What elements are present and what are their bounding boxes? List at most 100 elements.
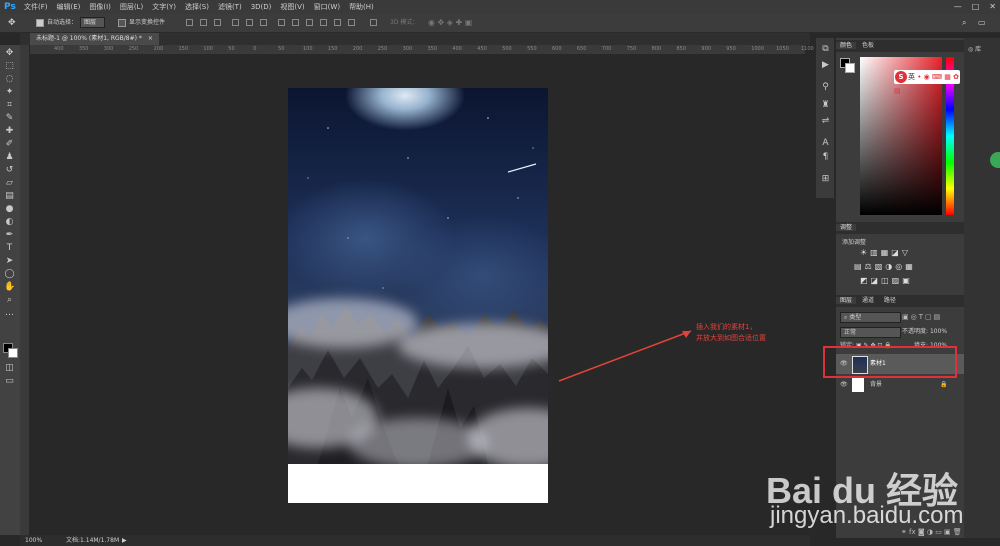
distribute-right-icon[interactable] xyxy=(348,19,355,26)
vertical-ruler xyxy=(20,45,29,535)
clone-source-icon[interactable]: ♜ xyxy=(820,100,831,111)
ruler-tick-label: 400 xyxy=(452,46,462,52)
adjustment-icons-row-3[interactable]: ◩◪◫▨▣ xyxy=(860,276,913,285)
search-icon[interactable]: ⌕ xyxy=(962,14,966,32)
adjustment-icons-row-2[interactable]: ▤⚖▧◑◎▦ xyxy=(854,262,916,271)
menu-item[interactable]: 图层(L) xyxy=(120,0,143,14)
tab-channels[interactable]: 通道 xyxy=(858,297,878,304)
ruler-tick-label: 100 xyxy=(303,46,313,52)
more-tools-icon[interactable]: … xyxy=(4,308,15,319)
document-tab[interactable]: 未标题-1 @ 100% (素材1, RGB/8#) * × xyxy=(30,33,159,45)
move-tool-icon[interactable]: ✥ xyxy=(8,14,16,32)
placed-image-sucai1[interactable] xyxy=(288,88,548,464)
history-brush-icon[interactable]: ↺ xyxy=(4,165,15,176)
close-icon[interactable]: ✕ xyxy=(989,0,996,14)
annotation-arrow xyxy=(558,330,692,382)
text-tool-icon[interactable]: T xyxy=(4,243,15,254)
glyphs-panel-icon[interactable]: ⊞ xyxy=(820,174,831,185)
pen-tool-icon[interactable]: ✒ xyxy=(4,230,15,241)
menu-item[interactable]: 视图(V) xyxy=(280,0,304,14)
eyedropper-icon[interactable]: ✎ xyxy=(4,113,15,124)
healing-brush-icon[interactable]: ✚ xyxy=(4,126,15,137)
color-bg-swatch[interactable] xyxy=(845,63,855,73)
magic-wand-icon[interactable]: ✦ xyxy=(4,87,15,98)
ime-toolbar[interactable]: S英 • ◉ ⌨ ▦ ✿ ▤ xyxy=(894,70,960,95)
move-tool-icon[interactable]: ✥ xyxy=(4,48,15,59)
menu-item[interactable]: 选择(S) xyxy=(185,0,209,14)
tab-color[interactable]: 颜色 xyxy=(836,42,857,49)
shape-tool-icon[interactable]: ◯ xyxy=(4,269,15,280)
marquee-tool-icon[interactable]: ⬚ xyxy=(4,61,15,72)
visibility-eye-icon[interactable]: 👁 xyxy=(840,376,848,394)
menu-item[interactable]: 文件(F) xyxy=(24,0,48,14)
zoom-level[interactable]: 100% xyxy=(25,535,42,546)
floating-badge[interactable] xyxy=(990,152,1000,168)
menu-item[interactable]: 滤镜(T) xyxy=(218,0,242,14)
minimize-icon[interactable]: — xyxy=(954,0,962,14)
tab-swatches[interactable]: 色板 xyxy=(858,42,878,49)
align-top-icon[interactable] xyxy=(186,19,193,26)
paragraph-panel-icon[interactable]: ¶ xyxy=(820,152,831,163)
brush-settings-icon[interactable]: ⚲ xyxy=(820,82,831,93)
menu-item[interactable]: 图像(I) xyxy=(89,0,111,14)
auto-select-checkbox[interactable]: 自动选择： xyxy=(36,14,77,32)
eraser-tool-icon[interactable]: ▱ xyxy=(4,178,15,189)
stamp-tool-icon[interactable]: ♟ xyxy=(4,152,15,163)
opacity-control[interactable]: 不透明度: 100% xyxy=(902,327,947,336)
layer-filter-icons[interactable]: ▣◎T▢▤ xyxy=(902,313,942,321)
actions-play-icon[interactable]: ▶ xyxy=(820,60,831,71)
hand-tool-icon[interactable]: ✋ xyxy=(4,282,15,293)
ruler-tick-label: 800 xyxy=(651,46,662,52)
menu-item[interactable]: 窗口(W) xyxy=(314,0,340,14)
brush-tool-icon[interactable]: ✐ xyxy=(4,139,15,150)
color-panel-tabs: 颜色 色板 xyxy=(836,40,964,52)
dodge-tool-icon[interactable]: ◐ xyxy=(4,217,15,228)
annotation-line-1: 插入我们的素材1， xyxy=(696,323,757,331)
layer-kind-filter[interactable]: ⌕ 类型 xyxy=(840,312,901,323)
menu-item[interactable]: 文字(Y) xyxy=(152,0,176,14)
menu-item[interactable]: 编辑(E) xyxy=(57,0,81,14)
background-color-swatch[interactable] xyxy=(8,348,18,358)
libraries-tab[interactable]: ◎ 库 xyxy=(968,44,981,53)
distribute-vcenter-icon[interactable] xyxy=(292,19,299,26)
character-panel-icon[interactable]: A xyxy=(820,138,831,149)
ruler-tick-label: 50 xyxy=(278,46,285,52)
close-tab-icon[interactable]: × xyxy=(148,35,153,42)
blend-mode-dropdown[interactable]: 正常 xyxy=(840,327,901,338)
align-left-icon[interactable] xyxy=(232,19,239,26)
distribute-hcenter-icon[interactable] xyxy=(334,19,341,26)
auto-align-icon[interactable] xyxy=(370,19,377,26)
ruler-tick-label: 200 xyxy=(352,46,363,52)
ruler-tick-label: 250 xyxy=(128,46,139,52)
tab-layers[interactable]: 图层 xyxy=(836,297,857,304)
gradient-tool-icon[interactable]: ▤ xyxy=(4,191,15,202)
align-hcenter-icon[interactable] xyxy=(246,19,253,26)
tab-adjustments[interactable]: 调整 xyxy=(836,224,857,231)
quick-mask-icon[interactable]: ◫ xyxy=(4,363,15,374)
auto-select-dropdown[interactable]: 图层 xyxy=(80,14,106,32)
photoshop-logo: Ps xyxy=(4,2,16,12)
adjustment-icons-row-1[interactable]: ☀▥▦◪▽ xyxy=(860,248,911,257)
crop-tool-icon[interactable]: ⌗ xyxy=(4,100,15,111)
status-arrow-icon[interactable]: ▶ xyxy=(122,535,127,546)
maximize-icon[interactable]: □ xyxy=(972,0,980,14)
show-transform-checkbox[interactable]: 显示变换控件 xyxy=(118,14,165,32)
distribute-bottom-icon[interactable] xyxy=(306,19,313,26)
menu-item[interactable]: 帮助(H) xyxy=(349,0,374,14)
tab-paths[interactable]: 路径 xyxy=(880,297,900,304)
layer-row-background[interactable]: 👁 背景 🔒 xyxy=(836,376,964,394)
align-bottom-icon[interactable] xyxy=(214,19,221,26)
workspace-icon[interactable]: ▭ xyxy=(978,14,986,32)
lasso-tool-icon[interactable]: ◌ xyxy=(4,74,15,85)
history-panel-icon[interactable]: ⧉ xyxy=(820,44,831,55)
align-right-icon[interactable] xyxy=(260,19,267,26)
screen-mode-icon[interactable]: ▭ xyxy=(4,376,15,387)
menu-item[interactable]: 3D(D) xyxy=(251,0,272,14)
distribute-top-icon[interactable] xyxy=(278,19,285,26)
path-select-icon[interactable]: ➤ xyxy=(4,256,15,267)
distribute-left-icon[interactable] xyxy=(320,19,327,26)
align-vcenter-icon[interactable] xyxy=(200,19,207,26)
zoom-tool-icon[interactable]: ⌕ xyxy=(4,295,15,306)
properties-icon[interactable]: ⇌ xyxy=(820,116,831,127)
blur-tool-icon[interactable]: ● xyxy=(4,204,15,215)
